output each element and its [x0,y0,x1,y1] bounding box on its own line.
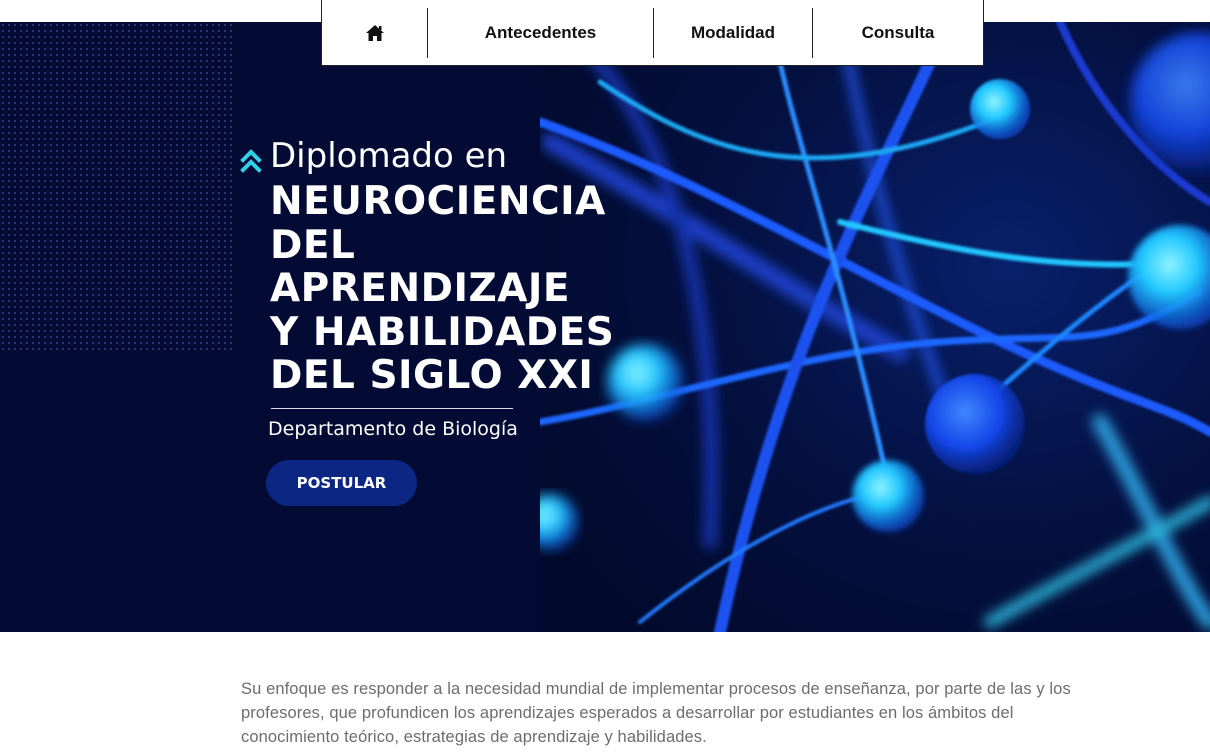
nav-home[interactable] [322,7,428,58]
title-divider [271,408,513,409]
nav-consulta[interactable]: Consulta [813,8,983,58]
hero-banner: Diplomado en NEUROCIENCIA DEL APRENDIZAJ… [0,22,1210,632]
hero-title: NEUROCIENCIA DEL APRENDIZAJE Y HABILIDAD… [270,180,690,398]
top-navigation: Antecedentes Modalidad Consulta [321,0,984,66]
hero-title-line: NEUROCIENCIA [270,179,606,224]
double-chevron-up-icon [240,149,262,173]
hero-title-line: DEL SIGLO XXI [270,353,594,398]
home-icon [365,24,384,41]
nav-antecedentes[interactable]: Antecedentes [428,7,654,58]
hero-title-line: APRENDIZAJE [270,266,571,311]
hero-title-line: Y HABILIDADES [270,309,615,355]
hero-title-line: DEL [270,222,356,268]
nav-modalidad[interactable]: Modalidad [654,7,813,58]
hero-text-block: Diplomado en NEUROCIENCIA DEL APRENDIZAJ… [0,22,700,632]
hero-pretitle: Diplomado en [270,136,508,176]
postular-button[interactable]: POSTULAR [266,460,417,506]
intro-paragraph: Su enfoque es responder a la necesidad m… [241,680,1071,746]
department-label: Departamento de Biología [268,418,518,440]
